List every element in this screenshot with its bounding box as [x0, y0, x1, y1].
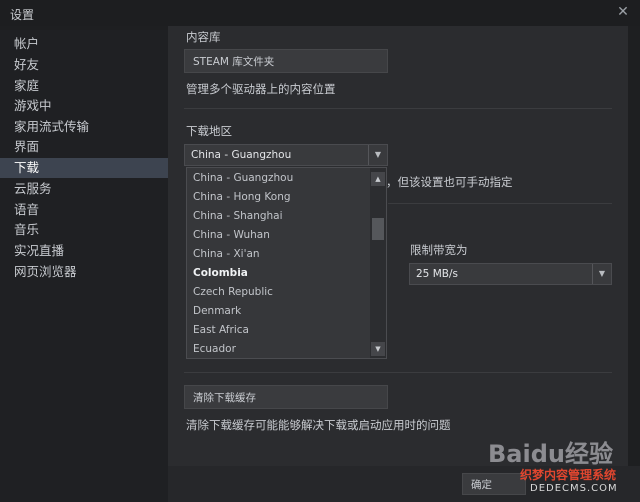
sidebar-item-label: 界面 [14, 139, 40, 154]
sidebar-item-friends[interactable]: 好友 [0, 55, 168, 75]
download-region-select[interactable]: China - Guangzhou ▼ [184, 144, 388, 166]
sidebar-item-label: 网页浏览器 [14, 264, 77, 279]
scrollbar-thumb[interactable] [372, 218, 384, 240]
sidebar-item-label: 家用流式传输 [14, 119, 90, 134]
steam-library-folders-button[interactable]: STEAM 库文件夹 [184, 49, 388, 73]
sidebar-item-interface[interactable]: 界面 [0, 137, 168, 157]
sidebar-item-label: 游戏中 [14, 98, 52, 113]
baidu-watermark: Baidu经验 [488, 440, 613, 468]
close-icon[interactable]: ✕ [614, 2, 632, 22]
dropdown-scrollbar[interactable]: ▲ ▼ [370, 168, 386, 358]
library-description: 管理多个驱动器上的内容位置 [186, 82, 336, 96]
sidebar-item-downloads[interactable]: 下载 [0, 158, 168, 178]
sidebar-item-label: 好友 [14, 57, 40, 72]
chevron-down-icon[interactable]: ▼ [592, 264, 611, 284]
download-region-selected-value: China - Guangzhou [191, 149, 292, 161]
region-option[interactable]: Czech Republic [187, 283, 369, 302]
region-option[interactable]: Ecuador [187, 340, 369, 358]
settings-sidebar: 帐户 好友 家庭 游戏中 家用流式传输 界面 下载 云服务 语音 音乐 实况直播… [0, 30, 168, 502]
site-watermark-domain: DEDECMS.COM [530, 483, 618, 494]
sidebar-item-account[interactable]: 帐户 [0, 34, 168, 54]
ok-button[interactable]: 确定 [462, 473, 526, 495]
bandwidth-limit-select[interactable]: 25 MB/s ▼ [409, 263, 612, 285]
region-option[interactable]: China - Xi'an [187, 245, 369, 264]
sidebar-item-label: 家庭 [14, 78, 40, 93]
chevron-down-icon[interactable]: ▼ [368, 145, 387, 165]
sidebar-item-voice[interactable]: 语音 [0, 200, 168, 220]
sidebar-item-label: 实况直播 [14, 243, 65, 258]
bandwidth-limit-value: 25 MB/s [416, 268, 458, 280]
divider [388, 203, 612, 204]
scroll-down-icon[interactable]: ▼ [371, 342, 385, 356]
sidebar-item-web-browser[interactable]: 网页浏览器 [0, 262, 168, 282]
region-option[interactable]: China - Shanghai [187, 207, 369, 226]
sidebar-item-label: 云服务 [14, 181, 52, 196]
scroll-up-icon[interactable]: ▲ [371, 172, 385, 186]
sidebar-item-label: 下载 [14, 160, 40, 175]
download-region-dropdown-list[interactable]: China - Guangzhou China - Hong Kong Chin… [186, 167, 387, 359]
region-option[interactable]: China - Wuhan [187, 226, 369, 245]
sidebar-item-broadcasting[interactable]: 实况直播 [0, 241, 168, 261]
download-region-heading: 下载地区 [186, 124, 232, 138]
library-heading: 内容库 [186, 30, 221, 44]
region-option[interactable]: China - Guangzhou [187, 169, 369, 188]
sidebar-item-label: 语音 [14, 202, 40, 217]
clear-download-cache-button[interactable]: 清除下载缓存 [184, 385, 388, 409]
sidebar-item-music[interactable]: 音乐 [0, 220, 168, 240]
sidebar-item-cloud[interactable]: 云服务 [0, 179, 168, 199]
bandwidth-limit-label: 限制带宽为 [410, 243, 468, 257]
title-bar: 设置 ✕ [0, 0, 640, 26]
sidebar-item-label: 帐户 [14, 36, 40, 51]
region-option[interactable]: Denmark [187, 302, 369, 321]
region-option[interactable]: East Africa [187, 321, 369, 340]
clear-cache-description: 清除下载缓存可能能够解决下载或启动应用时的问题 [186, 418, 451, 432]
sidebar-item-in-game[interactable]: 游戏中 [0, 96, 168, 116]
region-option[interactable]: China - Hong Kong [187, 188, 369, 207]
divider [184, 372, 612, 373]
download-region-hint: ，但该设置也可手动指定 [386, 175, 513, 189]
sidebar-item-label: 音乐 [14, 222, 40, 237]
sidebar-item-family[interactable]: 家庭 [0, 76, 168, 96]
window-title: 设置 [10, 8, 35, 22]
divider [184, 108, 612, 109]
site-watermark-text: 织梦内容管理系统 [520, 468, 617, 482]
region-option[interactable]: Colombia [187, 264, 369, 283]
sidebar-item-home-streaming[interactable]: 家用流式传输 [0, 117, 168, 137]
